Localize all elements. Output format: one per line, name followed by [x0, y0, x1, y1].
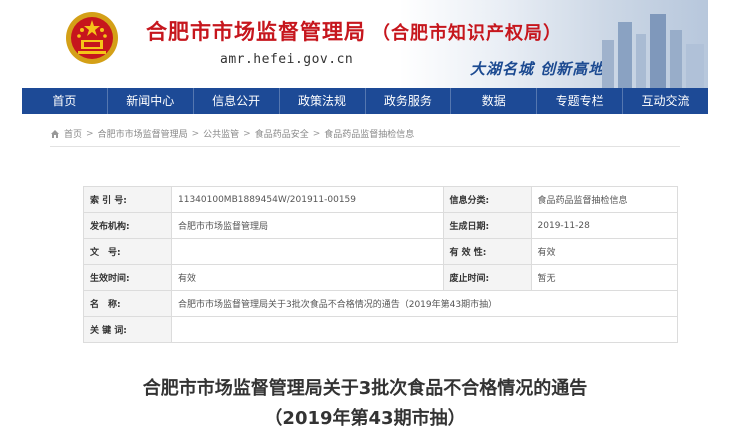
breadcrumb-separator: >	[312, 128, 321, 139]
site-title: 合肥市市场监督管理局 （合肥市知识产权局）	[146, 16, 562, 46]
breadcrumb-separator: >	[243, 128, 251, 139]
validity-label: 有 效 性:	[442, 238, 532, 265]
home-icon	[51, 129, 59, 138]
nav-item-interaction[interactable]: 互动交流	[623, 88, 708, 114]
keywords-label: 关 键 词:	[83, 316, 172, 343]
category-label: 信息分类:	[442, 186, 532, 213]
breadcrumb-food-drug-safety[interactable]: 食品药品安全	[255, 127, 309, 140]
national-emblem-icon	[66, 12, 118, 64]
site-subtitle: （合肥市知识产权局）	[372, 23, 562, 44]
nav-item-info-disclosure[interactable]: 信息公开	[194, 88, 280, 114]
site-url: amr.hefei.gov.cn	[220, 52, 354, 67]
breadcrumb-divider	[50, 146, 680, 147]
breadcrumb-public-supervision[interactable]: 公共监管	[203, 127, 239, 140]
publisher-label: 发布机构:	[83, 212, 172, 239]
city-skyline-image	[602, 14, 704, 88]
info-row: 索 引 号: 11340100MB1889454W/201911-00159 信…	[83, 186, 679, 213]
nav-item-topics[interactable]: 专题专栏	[537, 88, 624, 114]
breadcrumb-separator: >	[86, 128, 94, 139]
breadcrumb-separator: >	[191, 128, 200, 139]
info-row: 生效时间: 有效 废止时间: 暂无	[83, 264, 679, 291]
doc-name-value: 合肥市市场监督管理局关于3批次食品不合格情况的通告（2019年第43期市抽）	[171, 290, 678, 317]
created-date-label: 生成日期:	[442, 212, 532, 239]
keywords-value	[171, 316, 678, 343]
article-title-line1: 合肥市市场监督管理局关于3批次食品不合格情况的通告	[142, 378, 588, 399]
site-slogan: 大湖名城 创新高地	[470, 60, 605, 78]
breadcrumb: 首页 > 合肥市市场监督管理局 > 公共监管 > 食品药品安全 > 食品药品监督…	[50, 127, 414, 140]
index-number-value: 11340100MB1889454W/201911-00159	[171, 186, 444, 213]
breadcrumb-bureau[interactable]: 合肥市市场监督管理局	[98, 127, 188, 140]
nav-item-data[interactable]: 数据	[451, 88, 538, 114]
nav-item-policies[interactable]: 政策法规	[280, 88, 366, 114]
effective-time-value: 有效	[171, 264, 444, 291]
doc-number-value	[171, 238, 444, 265]
main-nav: 首页 新闻中心 信息公开 政策法规 政务服务 数据 专题专栏 互动交流	[22, 88, 708, 114]
validity-value: 有效	[530, 238, 679, 265]
doc-number-label: 文 号:	[83, 238, 172, 265]
document-info-table: 索 引 号: 11340100MB1889454W/201911-00159 信…	[83, 186, 679, 343]
repeal-time-value: 暂无	[530, 264, 679, 291]
article-title-line2: （2019年第43期市抽）	[264, 408, 466, 429]
repeal-time-label: 废止时间:	[442, 264, 532, 291]
site-title-text: 合肥市市场监督管理局	[146, 20, 366, 44]
nav-item-home[interactable]: 首页	[22, 88, 108, 114]
info-row: 发布机构: 合肥市市场监督管理局 生成日期: 2019-11-28	[83, 212, 679, 239]
nav-item-gov-services[interactable]: 政务服务	[366, 88, 452, 114]
index-number-label: 索 引 号:	[83, 186, 172, 213]
breadcrumb-home[interactable]: 首页	[64, 127, 82, 140]
info-row: 名 称: 合肥市市场监督管理局关于3批次食品不合格情况的通告（2019年第43期…	[83, 290, 678, 317]
nav-item-news[interactable]: 新闻中心	[108, 88, 194, 114]
publisher-value: 合肥市市场监督管理局	[171, 212, 444, 239]
created-date-value: 2019-11-28	[530, 212, 679, 239]
breadcrumb-inspection-info[interactable]: 食品药品监督抽检信息	[324, 127, 414, 140]
info-row: 关 键 词:	[83, 316, 678, 343]
category-value: 食品药品监督抽检信息	[530, 186, 679, 213]
effective-time-label: 生效时间:	[83, 264, 172, 291]
doc-name-label: 名 称:	[83, 290, 172, 317]
site-banner: 合肥市市场监督管理局 （合肥市知识产权局） amr.hefei.gov.cn 大湖…	[22, 0, 708, 88]
info-row: 文 号: 有 效 性: 有效	[83, 238, 679, 265]
article-title: 合肥市市场监督管理局关于3批次食品不合格情况的通告 （2019年第43期市抽）	[0, 374, 730, 434]
